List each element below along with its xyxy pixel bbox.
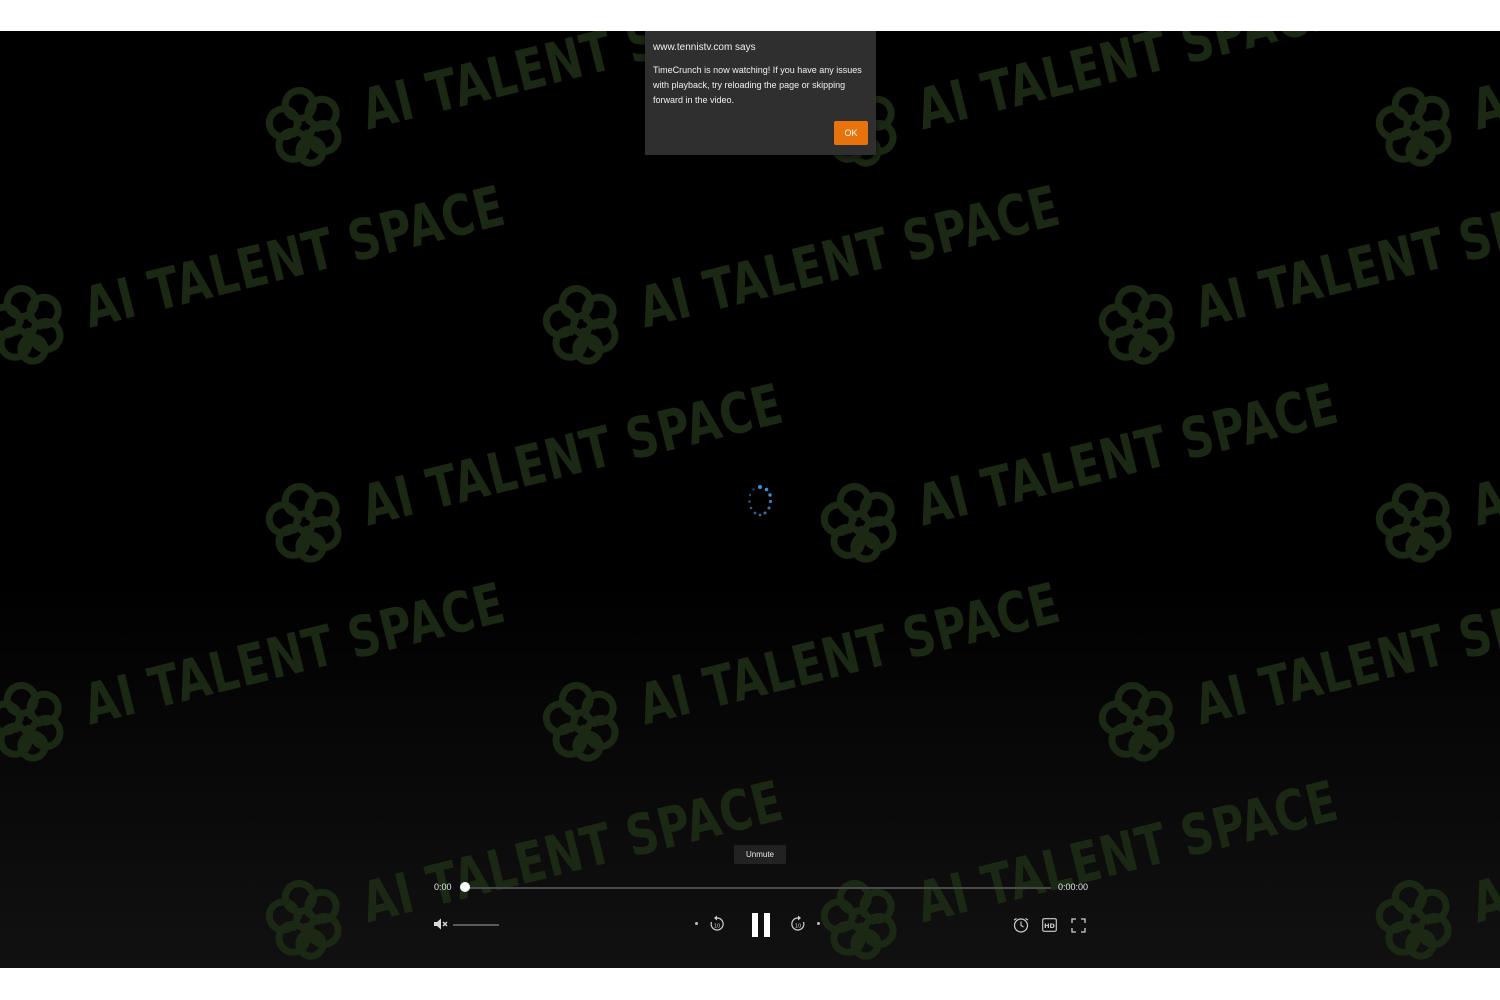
watermark-tile: AI TALENT SPACE (1359, 726, 1500, 968)
watermark-tile: AI TALENT SPACE (804, 726, 1466, 968)
watermark-text: AI TALENT SPACE (76, 570, 512, 738)
loading-spinner-icon (748, 485, 773, 517)
watermark-tile: AI TALENT SPACE (0, 528, 633, 777)
volume-slider[interactable] (453, 924, 499, 926)
fullscreen-icon[interactable] (1071, 918, 1086, 933)
progress-knob[interactable] (460, 882, 470, 892)
watermark-text: AI TALENT SPACE (1464, 371, 1500, 539)
svg-text:10: 10 (795, 924, 801, 930)
watermark-text: AI TALENT SPACE (631, 570, 1067, 738)
watermark-tile: AI TALENT SPACE (804, 329, 1466, 578)
dialog-title: www.tennistv.com says (653, 42, 756, 53)
alert-dialog: www.tennistv.com says TimeCrunch is now … (645, 31, 876, 155)
watermark-text: AI TALENT SPACE (1464, 768, 1500, 936)
watermark-text: AI TALENT SPACE (1464, 31, 1500, 143)
svg-text:10: 10 (714, 924, 720, 930)
watermark-text: AI TALENT SPACE (909, 371, 1345, 539)
watermark-text: AI TALENT SPACE (1187, 570, 1500, 738)
watermark-tile: AI TALENT SPACE (526, 528, 1188, 777)
total-time: 0:00:00 (1058, 882, 1089, 892)
muted-speaker-icon[interactable] (433, 917, 449, 931)
video-player[interactable]: AI TALENT SPACE AI TALENT SPACE AI TALEN… (0, 31, 1500, 968)
watermark-text: AI TALENT SPACE (354, 371, 790, 539)
watermark-text: AI TALENT SPACE (909, 768, 1345, 936)
rewind-dot (695, 922, 698, 925)
forward-10-icon[interactable]: 10 (790, 915, 806, 933)
watermark-tile: AI TALENT SPACE (1082, 528, 1500, 777)
watermark-text: AI TALENT SPACE (76, 173, 512, 341)
watermark-tile: AI TALENT SPACE (0, 131, 633, 380)
progress-bar[interactable] (465, 887, 1051, 889)
ok-button[interactable]: OK (834, 121, 868, 145)
watermark-text: AI TALENT SPACE (1187, 173, 1500, 341)
watermark-tile: AI TALENT SPACE (249, 726, 911, 968)
watermark-tile: AI TALENT SPACE (804, 31, 1466, 182)
clock-icon[interactable] (1012, 917, 1030, 933)
watermark-tile: AI TALENT SPACE (249, 329, 911, 578)
watermark-tile: AI TALENT SPACE (526, 131, 1188, 380)
svg-text:HD: HD (1044, 922, 1055, 930)
watermark-tile: AI TALENT SPACE (1359, 329, 1500, 578)
dialog-message: TimeCrunch is now watching! If you have … (653, 65, 862, 105)
forward-dot (817, 922, 820, 925)
watermark-tile: AI TALENT SPACE (1082, 131, 1500, 380)
current-time: 0:00 (434, 882, 452, 892)
watermark-text: AI TALENT SPACE (354, 768, 790, 936)
unmute-tooltip: Unmute (734, 845, 786, 864)
rewind-10-icon[interactable]: 10 (709, 915, 725, 933)
watermark-tile: AI TALENT SPACE (1359, 31, 1500, 182)
watermark-text: AI TALENT SPACE (909, 31, 1345, 143)
watermark-text: AI TALENT SPACE (631, 173, 1067, 341)
pause-icon[interactable] (751, 912, 771, 938)
hd-icon[interactable]: HD (1042, 918, 1057, 932)
